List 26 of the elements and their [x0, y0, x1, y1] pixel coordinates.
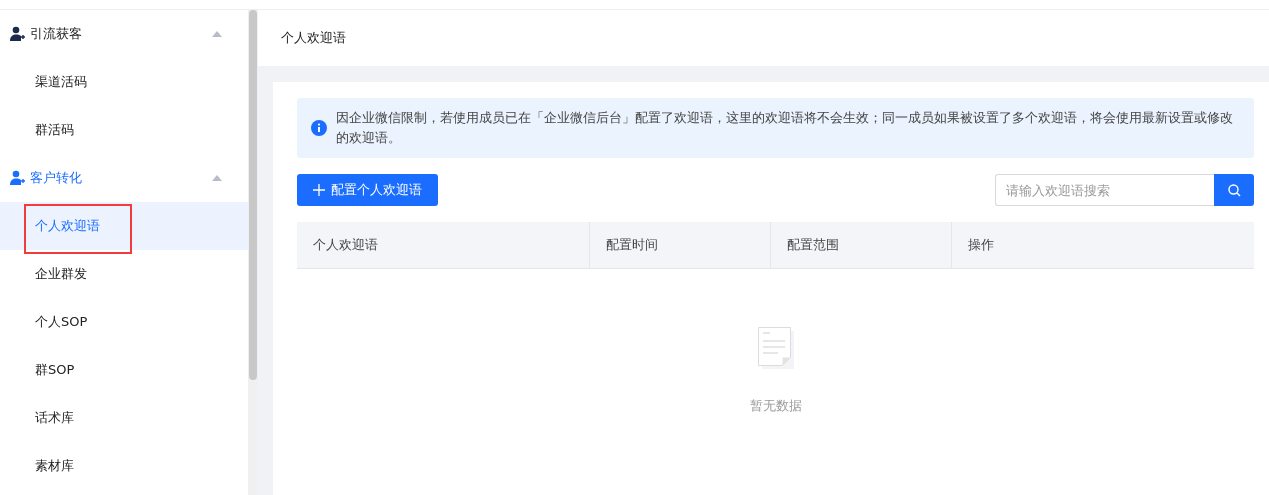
sidebar-group[interactable]: 客户转化 [0, 154, 248, 202]
sidebar-item[interactable]: 企业群发 [0, 250, 248, 298]
info-icon [311, 120, 327, 136]
search-button[interactable] [1214, 174, 1254, 206]
sidebar-item[interactable]: 个人SOP [0, 298, 248, 346]
empty-text: 暂无数据 [749, 397, 802, 415]
column-header: 个人欢迎语 [297, 222, 590, 268]
column-header: 配置时间 [590, 222, 771, 268]
document-icon [757, 327, 794, 369]
scrollbar[interactable] [248, 10, 258, 495]
sidebar-item[interactable]: 话术库 [0, 394, 248, 442]
page-title: 个人欢迎语 [281, 29, 346, 47]
column-header: 操作 [967, 236, 995, 254]
search-field[interactable]: 请输入欢迎语搜索 [995, 174, 1214, 206]
search-icon [1227, 183, 1241, 197]
add-button[interactable]: 配置个人欢迎语 [297, 174, 438, 206]
sidebar-item[interactable]: 渠道活码 [0, 58, 248, 106]
user-icon [10, 26, 26, 42]
sidebar-group[interactable]: 引流获客 [0, 10, 248, 58]
sidebar-item[interactable]: 素材库 [0, 442, 248, 490]
sidebar-item[interactable]: 群SOP [0, 346, 248, 394]
notice-text: 因企业微信限制，若使用成员已在「企业微信后台」配置了欢迎语，这里的欢迎语将不会生效；同一成员如果被设置了多个欢迎语，将会使用最新设置或修改的欢迎语。 [336, 109, 1234, 147]
column-header: 配置范围 [771, 222, 952, 268]
sidebar-item[interactable]: 群活码 [0, 106, 248, 154]
user-icon [10, 170, 26, 186]
plus-icon [313, 184, 325, 196]
